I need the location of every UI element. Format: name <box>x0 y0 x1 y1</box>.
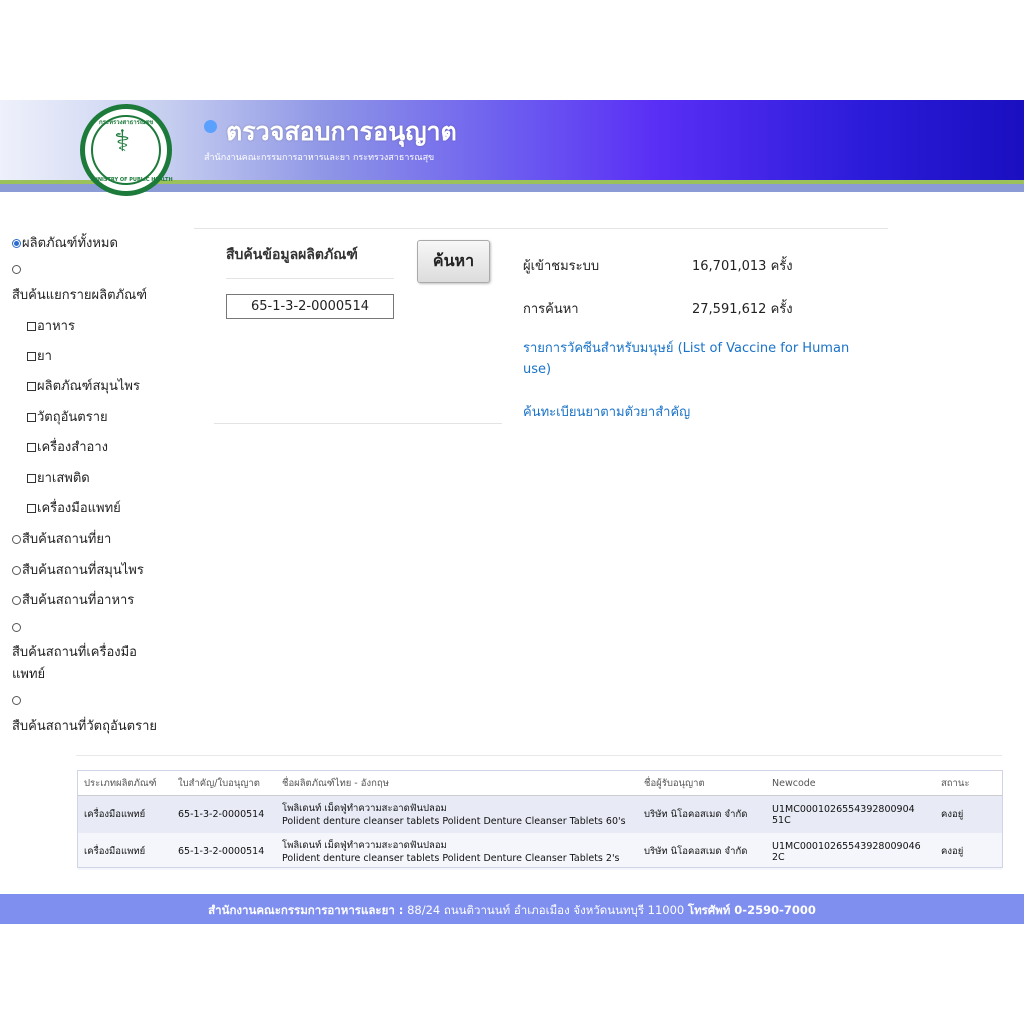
radio-icon[interactable] <box>12 535 21 544</box>
searches-count: 27,591,612 ครั้ง <box>692 302 793 317</box>
checkbox-icon[interactable] <box>27 474 36 483</box>
results-table: ประเภทผลิตภัณฑ์ ใบสำคัญ/ใบอนุญาต ชื่อผลิ… <box>78 771 1002 870</box>
table-row[interactable]: เครื่องมือแพทย์ 65-1-3-2-0000514 โพลิเดน… <box>78 833 1002 870</box>
menu-by-category-label: สืบค้นแยกรายผลิตภัณฑ์ <box>12 288 147 303</box>
cell-status: คงอยู่ <box>935 795 1002 833</box>
checkbox-icon[interactable] <box>27 382 36 391</box>
menu-drug-places[interactable]: สืบค้นสถานที่ยา <box>12 528 111 549</box>
table-row[interactable]: เครื่องมือแพทย์ 65-1-3-2-0000514 โพลิเดน… <box>78 795 1002 833</box>
menu-all-products[interactable]: ผลิตภัณฑ์ทั้งหมด <box>12 232 118 253</box>
column-header-newcode[interactable]: Newcode <box>766 771 935 796</box>
menu-category-narcotic[interactable]: ยาเสพติด <box>27 467 90 488</box>
radio-icon[interactable] <box>12 596 21 605</box>
page-subtitle: สำนักงานคณะกรรมการอาหารและยา กระทรวงสาธา… <box>204 153 435 163</box>
visitors-count: 16,701,013 ครั้ง <box>692 259 793 274</box>
cell-status: คงอยู่ <box>935 833 1002 870</box>
search-label: สืบค้นข้อมูลผลิตภัณฑ์ <box>226 247 358 263</box>
column-header-type[interactable]: ประเภทผลิตภัณฑ์ <box>78 771 172 796</box>
search-label-divider <box>226 278 394 279</box>
checkbox-icon[interactable] <box>27 352 36 361</box>
checkbox-icon[interactable] <box>27 413 36 422</box>
menu-device-places-label-cont: แพทย์ <box>12 667 46 682</box>
cell-type: เครื่องมือแพทย์ <box>78 833 172 870</box>
title-bullet-icon <box>204 120 217 133</box>
cell-newcode: U1MC00010265543928009046 2C <box>766 833 935 870</box>
menu-category-herb[interactable]: ผลิตภัณฑ์สมุนไพร <box>27 375 140 396</box>
checkbox-icon[interactable] <box>27 443 36 452</box>
table-header-row: ประเภทผลิตภัณฑ์ ใบสำคัญ/ใบอนุญาต ชื่อผลิ… <box>78 771 1002 796</box>
product-name-thai: โพลิเดนท์ เม็ดฟู่ทำความสะอาดฟันปลอม <box>282 802 447 814</box>
search-input[interactable] <box>226 294 394 319</box>
menu-category-cosmetic[interactable]: เครื่องสำอาง <box>27 436 108 457</box>
cell-licensee: บริษัท นิโอคอสเมด จำกัด <box>638 833 766 870</box>
column-header-licensee[interactable]: ชื่อผู้รับอนุญาต <box>638 771 766 796</box>
menu-category-food[interactable]: อาหาร <box>27 315 75 336</box>
menu-category-hazard[interactable]: วัตถุอันตราย <box>27 406 108 427</box>
checkbox-icon[interactable] <box>27 504 36 513</box>
menu-category-medical-device[interactable]: เครื่องมือแพทย์ <box>27 497 121 518</box>
cell-license: 65-1-3-2-0000514 <box>172 795 276 833</box>
cell-type: เครื่องมือแพทย์ <box>78 795 172 833</box>
column-header-license[interactable]: ใบสำคัญ/ใบอนุญาต <box>172 771 276 796</box>
menu-device-places-label: สืบค้นสถานที่เครื่องมือ <box>12 645 137 660</box>
caduceus-icon: ⚕ <box>114 124 131 159</box>
search-button[interactable]: ค้นหา <box>417 240 490 283</box>
menu-by-category-radio[interactable] <box>12 262 22 277</box>
cell-product-name[interactable]: โพลิเดนท์ เม็ดฟู่ทำความสะอาดฟันปลอม Poli… <box>276 833 638 870</box>
radio-selected-icon[interactable] <box>12 239 21 248</box>
content-top-divider <box>194 228 888 229</box>
page-title: ตรวจสอบการอนุญาต <box>226 117 457 146</box>
table-top-divider <box>76 755 1002 756</box>
checkbox-icon[interactable] <box>27 322 36 331</box>
cell-product-name[interactable]: โพลิเดนท์ เม็ดฟู่ทำความสะอาดฟันปลอม Poli… <box>276 795 638 833</box>
radio-icon[interactable] <box>12 265 21 274</box>
menu-hazard-places-radio[interactable] <box>12 693 22 708</box>
product-name-english: Polident denture cleanser tablets Polide… <box>282 815 626 827</box>
menu-food-places[interactable]: สืบค้นสถานที่อาหาร <box>12 589 134 610</box>
menu-hazard-places-label: สืบค้นสถานที่วัตถุอันตราย <box>12 719 157 734</box>
menu-device-places-radio[interactable] <box>12 620 22 635</box>
column-header-status[interactable]: สถานะ <box>935 771 1002 796</box>
menu-category-drug[interactable]: ยา <box>27 345 52 366</box>
logo-text-thai: กระทรวงสาธารณสุข <box>99 119 154 126</box>
radio-icon[interactable] <box>12 696 21 705</box>
footer-phone: โทรศัพท์ 0-2590-7000 <box>687 903 816 917</box>
vaccine-list-link[interactable]: รายการวัคซีนสำหรับมนุษย์ (List of Vaccin… <box>523 338 858 380</box>
column-header-product-name[interactable]: ชื่อผลิตภัณฑ์ไทย - อังกฤษ <box>276 771 638 796</box>
cell-newcode: U1MC0001026554392800904 51C <box>766 795 935 833</box>
searches-label: การค้นหา <box>523 302 579 317</box>
radio-icon[interactable] <box>12 623 21 632</box>
drug-registry-link[interactable]: ค้นทะเบียนยาตามตัวยาสำคัญ <box>523 402 690 423</box>
menu-herb-places[interactable]: สืบค้นสถานที่สมุนไพร <box>12 559 144 580</box>
footer-address: 88/24 ถนนติวานนท์ อำเภอเมือง จังหวัดนนทบ… <box>407 903 685 917</box>
footer-text: สำนักงานคณะกรรมการอาหารและยา : 88/24 ถนน… <box>0 902 1024 920</box>
logo-text-english: MINISTRY OF PUBLIC HEALTH <box>91 177 173 183</box>
cell-licensee: บริษัท นิโอคอสเมด จำกัด <box>638 795 766 833</box>
footer-org: สำนักงานคณะกรรมการอาหารและยา : <box>208 903 404 917</box>
ministry-logo: ⚕ กระทรวงสาธารณสุข MINISTRY OF PUBLIC HE… <box>80 104 173 196</box>
visitors-label: ผู้เข้าชมระบบ <box>523 259 600 274</box>
cell-license: 65-1-3-2-0000514 <box>172 833 276 870</box>
product-name-english: Polident denture cleanser tablets Polide… <box>282 852 620 864</box>
radio-icon[interactable] <box>12 566 21 575</box>
product-name-thai: โพลิเดนท์ เม็ดฟู่ทำความสะอาดฟันปลอม <box>282 839 447 851</box>
search-bottom-divider <box>214 423 502 424</box>
